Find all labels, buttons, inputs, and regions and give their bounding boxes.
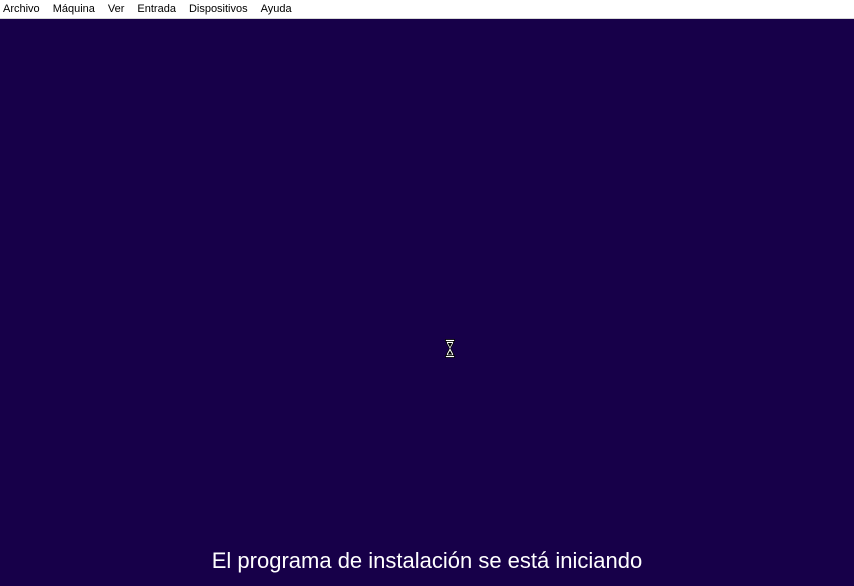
menu-maquina[interactable]: Máquina (53, 0, 95, 19)
setup-status-text: El programa de instalación se está inici… (211, 548, 643, 573)
menu-ver[interactable]: Ver (108, 0, 125, 19)
vm-window: Archivo Máquina Ver Entrada Dispositivos… (0, 0, 854, 586)
hourglass-icon (445, 339, 455, 358)
menu-dispositivos[interactable]: Dispositivos (189, 0, 248, 19)
menu-bar: Archivo Máquina Ver Entrada Dispositivos… (0, 0, 854, 19)
vm-display[interactable] (0, 19, 854, 586)
menu-archivo[interactable]: Archivo (3, 0, 40, 19)
menu-ayuda[interactable]: Ayuda (261, 0, 292, 19)
menu-entrada[interactable]: Entrada (137, 0, 176, 19)
